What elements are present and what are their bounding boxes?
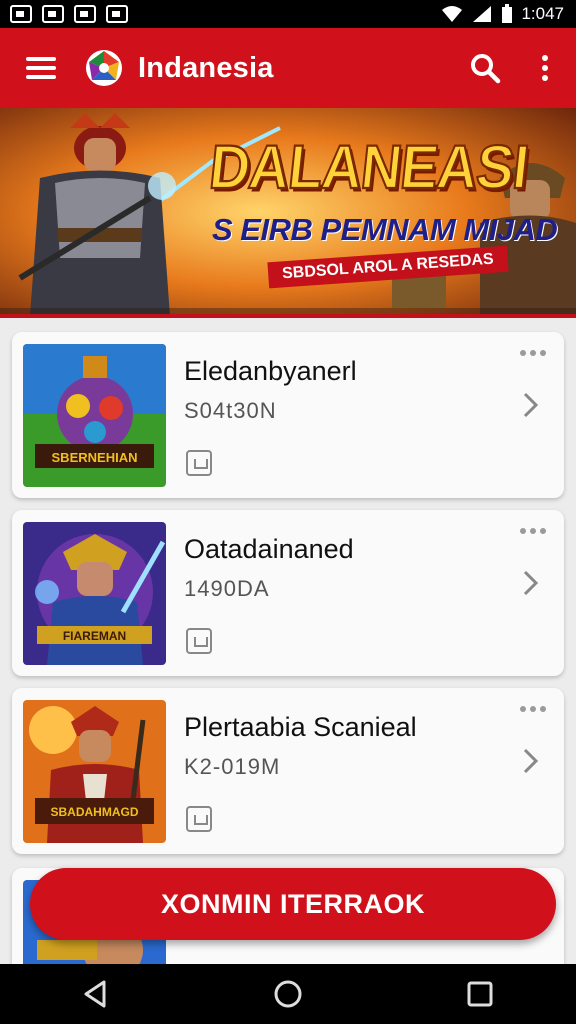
badge-icon [186, 628, 212, 654]
badge-icon [186, 806, 212, 832]
promo-banner[interactable]: DALANEASI S EIRB PEMNAM MIJAD SBDSOL ARO… [0, 108, 576, 316]
chevron-right-icon[interactable] [520, 568, 542, 598]
game-subtitle: K2-019M [184, 754, 281, 779]
more-vert-icon[interactable] [528, 51, 562, 85]
status-time: 1:047 [521, 4, 564, 23]
wifi-icon [442, 6, 463, 22]
signal-icon [473, 6, 492, 22]
image-notification-icon [42, 5, 64, 23]
chevron-right-icon[interactable] [520, 746, 542, 776]
notification-icons [0, 5, 128, 23]
game-thumbnail: FIAREMAN [23, 522, 166, 665]
status-indicators: 1:047 [441, 4, 576, 24]
game-title: Oatadainaned [184, 534, 354, 564]
game-card[interactable]: SBADAHMAGD Plertaabia Scanieal K2-019M [12, 688, 564, 854]
nav-recents-icon[interactable] [460, 974, 500, 1014]
game-title: Eledanbyanerl [184, 356, 357, 386]
more-horiz-icon[interactable] [520, 350, 546, 356]
game-title: Plertaabia Scanieal [184, 712, 417, 742]
game-notification-icon [74, 5, 96, 23]
system-nav-bar [0, 964, 576, 1024]
app-logo [86, 50, 122, 86]
search-icon[interactable] [468, 51, 502, 85]
game-subtitle: S04t30N [184, 398, 277, 423]
battery-icon [502, 4, 513, 23]
thumbnail-label: SBERNEHIAN [52, 450, 138, 465]
chevron-right-icon[interactable] [520, 390, 542, 420]
app-notification-icon [106, 5, 128, 23]
photo-notification-icon [10, 5, 32, 23]
game-thumbnail: SBERNEHIAN [23, 344, 166, 487]
thumbnail-label: SBADAHMAGD [51, 805, 139, 819]
game-subtitle: 1490DA [184, 576, 270, 601]
game-card[interactable]: SBERNEHIAN Eledanbyanerl S04t30N [12, 332, 564, 498]
badge-icon [186, 450, 212, 476]
banner-subtitle: S EIRB PEMNAM MIJAD [212, 212, 558, 247]
thumbnail-label: FIAREMAN [63, 629, 126, 643]
game-card[interactable]: FIAREMAN Oatadainaned 1490DA [12, 510, 564, 676]
nav-home-icon[interactable] [268, 974, 308, 1014]
status-bar: 1:047 [0, 0, 576, 28]
banner-title: DALANEASI [205, 131, 532, 202]
nav-back-icon[interactable] [76, 974, 116, 1014]
more-horiz-icon[interactable] [520, 706, 546, 712]
app-bar: Indanesia [0, 28, 576, 108]
more-horiz-icon[interactable] [520, 528, 546, 534]
app-title: Indanesia [138, 51, 274, 84]
game-thumbnail: SBADAHMAGD [23, 700, 166, 843]
primary-action-button[interactable]: XONMIN ITERRAOK [30, 868, 556, 940]
menu-icon[interactable] [26, 57, 56, 79]
